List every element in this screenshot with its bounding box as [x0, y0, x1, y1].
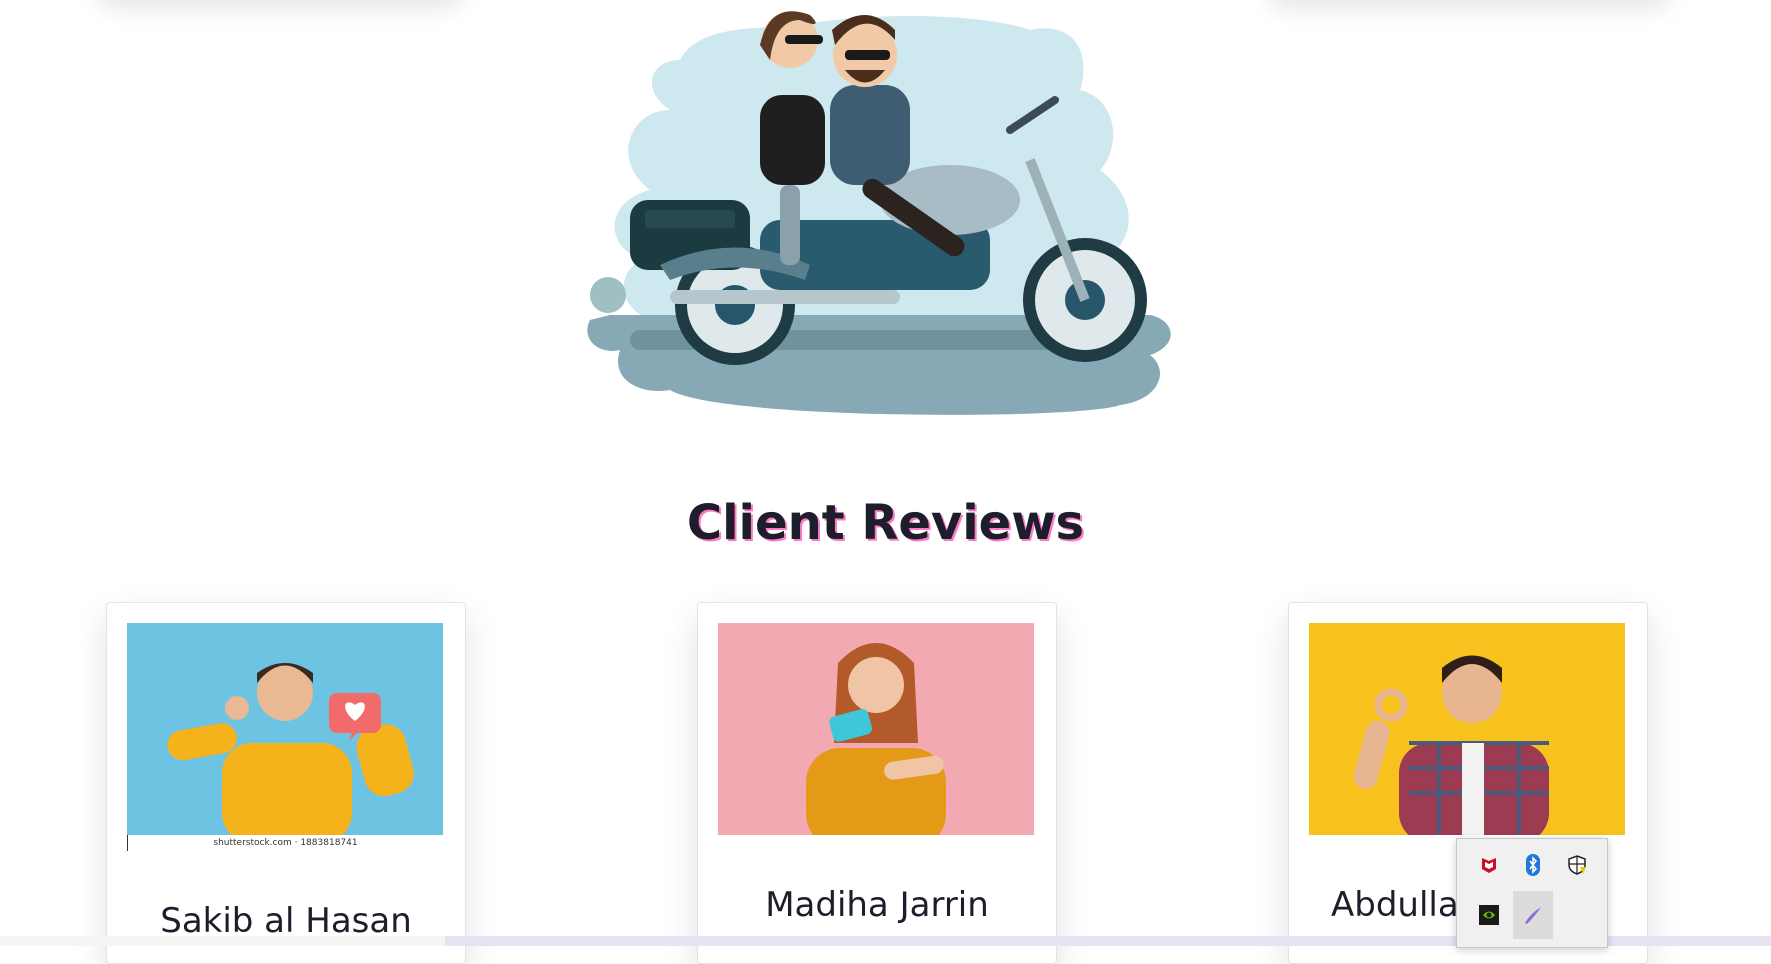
reviewer-name: Sakib al Hasan	[160, 901, 412, 941]
nvidia-icon[interactable]	[1469, 895, 1509, 935]
system-tray-overflow	[1456, 838, 1608, 948]
security-shield-icon[interactable]	[1557, 845, 1597, 885]
bluetooth-icon[interactable]	[1513, 845, 1553, 885]
review-photo	[718, 623, 1034, 835]
photo-credit: shutterstock.com · 1883818741	[127, 835, 443, 851]
scrollbar-thumb[interactable]	[0, 936, 445, 946]
review-card[interactable]: shutterstock.com · 1883818741 Sakib al H…	[106, 602, 466, 964]
review-photo	[127, 623, 443, 835]
reviewer-name: Madiha Jarrin	[765, 885, 989, 925]
pen-icon[interactable]	[1513, 891, 1553, 939]
mcafee-icon[interactable]	[1469, 845, 1509, 885]
hero-illustration	[560, 0, 1240, 430]
review-photo	[1309, 623, 1625, 835]
section-title: Client Reviews	[686, 495, 1085, 551]
review-card[interactable]: Madiha Jarrin	[697, 602, 1057, 964]
